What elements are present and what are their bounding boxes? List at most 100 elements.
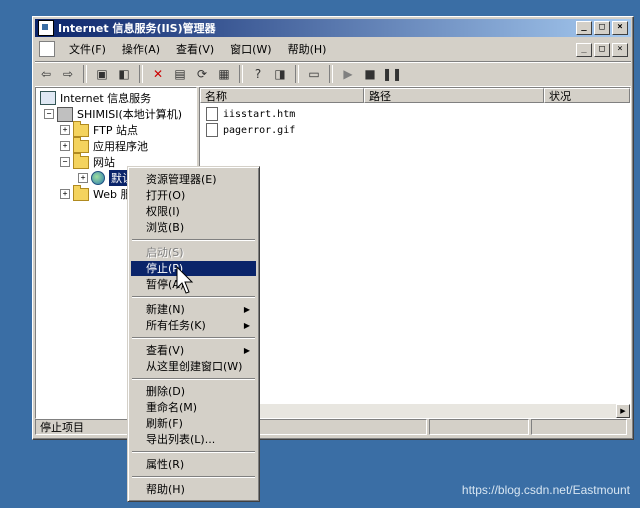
status-panel-4 (531, 419, 627, 435)
column-header-path[interactable]: 路径 (364, 88, 544, 103)
computer-icon[interactable]: ▭ (305, 65, 323, 83)
iis-root-icon (40, 91, 56, 105)
collapse-icon[interactable]: − (60, 157, 70, 167)
submenu-arrow-icon: ▶ (243, 305, 250, 314)
status-panel-3 (429, 419, 529, 435)
play-icon[interactable]: ▶ (339, 65, 357, 83)
column-header-name[interactable]: 名称 (200, 88, 364, 103)
file-name: pagerror.gif (223, 124, 296, 136)
horizontal-scrollbar[interactable]: ◀ ▶ (200, 404, 630, 418)
show-tree-icon[interactable]: ◧ (115, 65, 133, 83)
pause-icon[interactable]: ❚❚ (382, 65, 402, 83)
refresh-icon[interactable]: ⟳ (193, 65, 211, 83)
website-globe-icon (91, 171, 105, 185)
up-folder-icon[interactable]: ▣ (93, 65, 111, 83)
expand-icon[interactable]: + (60, 125, 70, 135)
menu-separator (132, 337, 255, 339)
toolbar-separator (83, 65, 87, 83)
mdi-close-button[interactable]: × (612, 43, 628, 57)
gif-file-icon (206, 123, 218, 137)
mdi-restore-button[interactable]: □ (594, 43, 610, 57)
context-menu: 资源管理器(E) 打开(O) 权限(I) 浏览(B) 启动(S) 停止(P) 暂… (127, 166, 260, 502)
menu-item-delete[interactable]: 删除(D) (131, 384, 256, 399)
menu-action[interactable]: 操作(A) (114, 41, 168, 57)
menu-item-refresh[interactable]: 刷新(F) (131, 416, 256, 431)
tree-label: SHIMISI(本地计算机) (77, 108, 183, 121)
menu-separator (132, 296, 255, 298)
tree-node-ftp[interactable]: + FTP 站点 (60, 120, 138, 138)
menu-item-rename[interactable]: 重命名(M) (131, 400, 256, 415)
close-button[interactable]: × (612, 21, 628, 35)
menu-item-label: 新建(N) (146, 303, 185, 316)
toolbar-separator (295, 65, 299, 83)
list-pane[interactable]: 名称 路径 状况 iisstart.htm pagerror.gif ◀ ▶ (199, 87, 631, 419)
menu-separator (132, 451, 255, 453)
mouse-pointer-icon (176, 266, 194, 294)
mdi-minimize-button[interactable]: _ (576, 43, 592, 57)
tree-node-root[interactable]: Internet 信息服务 (40, 90, 151, 106)
menu-item-label: 查看(V) (146, 344, 185, 357)
scroll-track[interactable] (214, 404, 616, 418)
column-header-row: 名称 路径 状况 (200, 88, 630, 104)
menu-item-new-window[interactable]: 从这里创建窗口(W) (131, 359, 256, 374)
tree-node-sites[interactable]: − 网站 (60, 152, 115, 170)
menu-item-label: 所有任务(K) (146, 319, 206, 332)
stop-icon[interactable]: ■ (361, 65, 379, 83)
menu-item-all-tasks[interactable]: 所有任务(K) ▶ (131, 318, 256, 333)
window-title: Internet 信息服务(IIS)管理器 (58, 22, 216, 35)
menu-item-view[interactable]: 查看(V) ▶ (131, 343, 256, 358)
menu-item-open[interactable]: 打开(O) (131, 188, 256, 203)
status-bar: 停止项目 (35, 419, 631, 437)
toolbar-separator (329, 65, 333, 83)
menu-item-export[interactable]: 导出列表(L)... (131, 432, 256, 447)
menu-help[interactable]: 帮助(H) (280, 41, 335, 57)
menu-item-properties[interactable]: 属性(R) (131, 457, 256, 472)
console-icon[interactable]: ◨ (271, 65, 289, 83)
watermark-text: https://blog.csdn.net/Eastmount (461, 483, 630, 497)
expand-icon[interactable]: + (78, 173, 88, 183)
menu-bar: 文件(F) 操作(A) 查看(V) 窗口(W) 帮助(H) _ □ × (35, 39, 631, 59)
tree-label: FTP 站点 (93, 124, 138, 137)
menu-item-new[interactable]: 新建(N) ▶ (131, 302, 256, 317)
toolbar-separator (139, 65, 143, 83)
properties-icon[interactable]: ▤ (171, 65, 189, 83)
expand-icon[interactable]: + (60, 189, 70, 199)
collapse-icon[interactable]: − (44, 109, 54, 119)
export-list-icon[interactable]: ▦ (215, 65, 233, 83)
column-header-status[interactable]: 状况 (544, 88, 630, 103)
iis-app-icon (38, 20, 54, 36)
menu-separator (132, 476, 255, 478)
minimize-button[interactable]: _ (576, 21, 592, 35)
tree-node-computer[interactable]: − SHIMISI(本地计算机) (44, 106, 182, 122)
submenu-arrow-icon: ▶ (243, 321, 250, 330)
html-file-icon (206, 107, 218, 121)
menu-item-help[interactable]: 帮助(H) (131, 482, 256, 497)
expand-icon[interactable]: + (60, 141, 70, 151)
menu-file[interactable]: 文件(F) (61, 41, 114, 57)
toolbar: ⇦ ⇨ ▣ ◧ ✕ ▤ ⟳ ▦ ? ◨ ▭ ▶ ■ ❚❚ (35, 61, 631, 87)
menu-item-permissions[interactable]: 权限(I) (131, 204, 256, 219)
menu-window[interactable]: 窗口(W) (222, 41, 279, 57)
delete-x-icon[interactable]: ✕ (149, 65, 167, 83)
menu-separator (132, 378, 255, 380)
folder-icon (73, 184, 89, 201)
title-bar[interactable]: Internet 信息服务(IIS)管理器 _ □ × (35, 19, 631, 37)
list-item[interactable]: pagerror.gif (206, 122, 295, 138)
maximize-button[interactable]: □ (594, 21, 610, 35)
forward-arrow-icon[interactable]: ⇨ (59, 65, 77, 83)
mdi-system-icon[interactable] (39, 41, 55, 57)
tree-label: Internet 信息服务 (60, 92, 152, 105)
menu-separator (132, 239, 255, 241)
list-item[interactable]: iisstart.htm (206, 106, 295, 122)
menu-item-start: 启动(S) (146, 246, 184, 259)
server-icon (57, 106, 73, 122)
menu-item-browse[interactable]: 浏览(B) (131, 220, 256, 235)
help-icon[interactable]: ? (249, 65, 267, 83)
folder-open-icon (73, 152, 89, 169)
scroll-right-arrow-icon[interactable]: ▶ (616, 404, 630, 418)
menu-view[interactable]: 查看(V) (168, 41, 222, 57)
menu-item-explorer[interactable]: 资源管理器(E) (131, 172, 256, 187)
status-panel-2 (257, 419, 427, 435)
back-arrow-icon[interactable]: ⇦ (37, 65, 55, 83)
tree-label: 网站 (93, 156, 115, 169)
